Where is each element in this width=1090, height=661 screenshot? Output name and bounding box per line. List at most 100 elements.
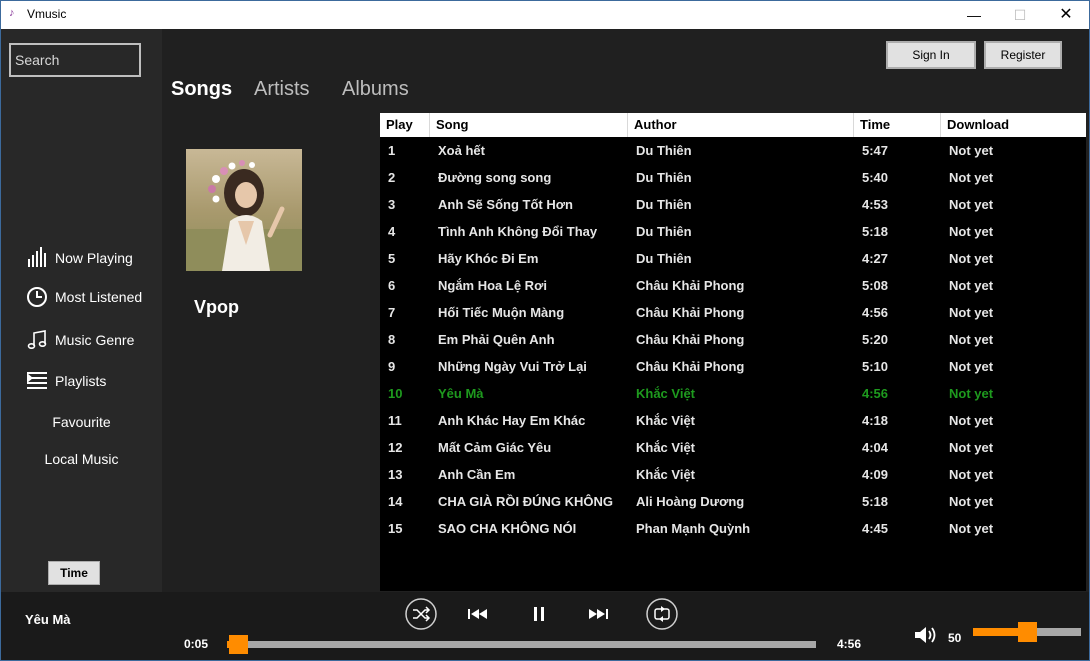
volume-value: 50 [948, 631, 962, 645]
clock-icon [27, 287, 47, 307]
cell-author: Ali Hoàng Dương [636, 494, 745, 509]
cell-author: Du Thiên [636, 251, 692, 266]
sidebar-item-local-music[interactable]: Local Music [1, 451, 162, 467]
main-panel: Sign In Register Songs Artists Albums Vp… [162, 29, 1089, 592]
sidebar-item-label: Now Playing [55, 250, 133, 266]
table-row[interactable]: 5 Hãy Khóc Đi Em Du Thiên 4:27 Not yet [380, 245, 1086, 272]
cell-time: 4:56 [862, 386, 889, 401]
cell-author: Châu Khải Phong [636, 359, 745, 374]
cell-download: Not yet [949, 143, 994, 158]
table-row[interactable]: 4 Tình Anh Không Đổi Thay Du Thiên 5:18 Not … [380, 218, 1086, 245]
table-row[interactable]: 10 Yêu Mà Khắc Việt 4:56 Not yet [380, 380, 1086, 407]
cell-song: Xoả hết [438, 143, 485, 158]
cell-play: 15 [388, 521, 403, 536]
tab-albums[interactable]: Albums [342, 78, 409, 101]
cell-author: Khắc Việt [636, 440, 696, 455]
tab-songs[interactable]: Songs [171, 78, 232, 101]
cell-author: Khắc Việt [636, 413, 696, 428]
cell-song: Anh Cần Em [438, 467, 516, 482]
genre-title: Vpop [194, 297, 239, 317]
cell-download: Not yet [949, 305, 994, 320]
table-row[interactable]: 7 Hối Tiếc Muộn Màng Châu Khải Phong 4:56 No… [380, 299, 1086, 326]
shuffle-button[interactable] [405, 598, 437, 630]
cell-download: Not yet [949, 494, 994, 509]
column-header-download[interactable]: Download [941, 113, 1086, 137]
music-note-icon [27, 330, 47, 350]
table-row[interactable]: 2 Đường song song Du Thiên 5:40 Not yet [380, 164, 1086, 191]
sidebar-item-music-genre[interactable]: Music Genre [25, 329, 134, 351]
column-header-author[interactable]: Author [628, 113, 854, 137]
cell-play: 13 [388, 467, 403, 482]
volume-slider[interactable] [973, 622, 1081, 642]
cell-author: Châu Khải Phong [636, 278, 745, 293]
progress-thumb[interactable] [229, 635, 248, 654]
cell-song: Những Ngày Vui Trở Lại [438, 359, 587, 374]
column-header-song[interactable]: Song [430, 113, 628, 137]
playlist-icon [27, 372, 47, 389]
pause-button[interactable] [523, 598, 555, 630]
maximize-button[interactable]: ☐ [997, 1, 1043, 29]
table-row[interactable]: 9 Những Ngày Vui Trở Lại Châu Khải Phong 5:… [380, 353, 1086, 380]
sign-in-button[interactable]: Sign In [886, 41, 976, 69]
bars-icon [28, 247, 46, 267]
cell-play: 6 [388, 278, 396, 293]
column-header-time[interactable]: Time [854, 113, 941, 137]
cell-time: 5:47 [862, 143, 889, 158]
volume-icon[interactable] [913, 624, 939, 646]
table-row[interactable]: 6 Ngắm Hoa Lệ Rơi Châu Khải Phong 5:08 Not y… [380, 272, 1086, 299]
cell-author: Khắc Việt [636, 386, 696, 401]
cell-play: 1 [388, 143, 396, 158]
sidebar-item-now-playing[interactable]: Now Playing [25, 247, 133, 269]
time-button[interactable]: Time [48, 561, 100, 585]
table-row[interactable]: 14 CHA GIÀ RỒI ĐÚNG KHÔNG Ali Hoàng Dương 5… [380, 488, 1086, 515]
column-header-play[interactable]: Play [380, 113, 430, 137]
app-title: Vmusic [27, 7, 67, 21]
table-row[interactable]: 3 Anh Sẽ Sống Tốt Hơn Du Thiên 4:53 Not yet [380, 191, 1086, 218]
cell-time: 4:09 [862, 467, 889, 482]
tab-artists[interactable]: Artists [254, 78, 310, 101]
close-button[interactable]: ✕ [1043, 1, 1089, 29]
table-row[interactable]: 1 Xoả hết Du Thiên 5:47 Not yet [380, 137, 1086, 164]
title-bar[interactable]: ♪ Vmusic — ☐ ✕ [1, 1, 1089, 29]
table-header: Play Song Author Time Download [380, 113, 1086, 137]
sidebar-item-playlists[interactable]: Playlists [25, 370, 106, 392]
cell-author: Du Thiên [636, 170, 692, 185]
cell-song: Anh Sẽ Sống Tốt Hơn [438, 197, 573, 212]
cell-author: Châu Khải Phong [636, 332, 745, 347]
sidebar-item-most-listened[interactable]: Most Listened [25, 286, 142, 308]
cell-time: 4:04 [862, 440, 889, 455]
cell-download: Not yet [949, 170, 994, 185]
sidebar-item-favourite[interactable]: Favourite [1, 414, 162, 430]
cell-author: Du Thiên [636, 197, 692, 212]
cell-song: Yêu Mà [438, 386, 484, 401]
cell-time: 4:53 [862, 197, 889, 212]
minimize-button[interactable]: — [951, 1, 997, 29]
cell-song: Ngắm Hoa Lệ Rơi [438, 278, 547, 293]
cell-download: Not yet [949, 386, 994, 401]
total-time: 4:56 [837, 637, 862, 651]
table-row[interactable]: 13 Anh Cần Em Khắc Việt 4:09 Not yet [380, 461, 1086, 488]
cell-time: 5:40 [862, 170, 889, 185]
cell-play: 9 [388, 359, 396, 374]
table-row[interactable]: 11 Anh Khác Hay Em Khác Khắc Việt 4:18 Not y… [380, 407, 1086, 434]
repeat-button[interactable] [646, 598, 678, 630]
cell-download: Not yet [949, 413, 994, 428]
cell-play: 11 [388, 413, 402, 428]
table-row[interactable]: 12 Mất Cảm Giác Yêu Khắc Việt 4:04 Not yet [380, 434, 1086, 461]
cell-time: 4:45 [862, 521, 889, 536]
songs-table: Play Song Author Time Download 1 Xoả hết D… [380, 113, 1086, 591]
cell-download: Not yet [949, 332, 994, 347]
table-row[interactable]: 15 SAO CHA KHÔNG NÓI Phan Mạnh Quỳnh 4:45 No… [380, 515, 1086, 542]
cell-play: 8 [388, 332, 396, 347]
next-button[interactable] [581, 598, 613, 630]
cell-play: 12 [388, 440, 403, 455]
progress-slider[interactable] [227, 635, 816, 654]
volume-thumb[interactable] [1018, 622, 1037, 642]
sidebar-item-label: Most Listened [55, 289, 143, 305]
register-button[interactable]: Register [984, 41, 1062, 69]
cell-play: 7 [388, 305, 396, 320]
previous-button[interactable] [463, 598, 495, 630]
cell-play: 14 [388, 494, 403, 509]
search-input[interactable] [9, 43, 141, 77]
table-row[interactable]: 8 Em Phải Quên Anh Châu Khải Phong 5:20 Not … [380, 326, 1086, 353]
